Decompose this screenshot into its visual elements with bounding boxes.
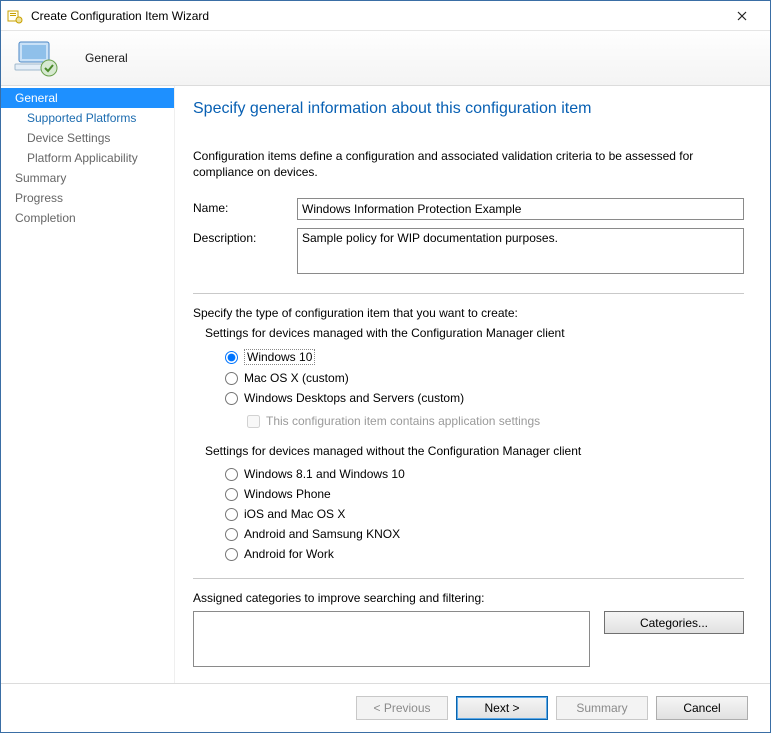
radio-windows-phone-label: Windows Phone (244, 487, 331, 501)
radio-android-knox[interactable]: Android and Samsung KNOX (225, 527, 744, 541)
sidebar-item-progress[interactable]: Progress (1, 188, 174, 208)
categories-label: Assigned categories to improve searching… (193, 591, 744, 605)
app-icon (7, 8, 23, 24)
sidebar-item-supported-platforms[interactable]: Supported Platforms (1, 108, 174, 128)
divider (193, 578, 744, 579)
radio-win81-win10[interactable]: Windows 8.1 and Windows 10 (225, 467, 744, 481)
radio-ios-macosx-label: iOS and Mac OS X (244, 507, 345, 521)
radio-windows-phone-input[interactable] (225, 488, 238, 501)
radio-windows-phone[interactable]: Windows Phone (225, 487, 744, 501)
next-button[interactable]: Next > (456, 696, 548, 720)
radio-win-desktops-servers-label: Windows Desktops and Servers (custom) (244, 391, 464, 405)
name-input[interactable] (297, 198, 744, 220)
app-settings-checkbox (247, 415, 260, 428)
sidebar: General Supported Platforms Device Setti… (1, 86, 175, 683)
footer: < Previous Next > Summary Cancel (1, 683, 770, 732)
sidebar-item-general[interactable]: General (1, 88, 174, 108)
radio-win-desktops-servers-input[interactable] (225, 392, 238, 405)
radio-macosx-input[interactable] (225, 372, 238, 385)
radio-macosx-label: Mac OS X (custom) (244, 371, 349, 385)
categories-list[interactable] (193, 611, 590, 667)
radio-android-for-work[interactable]: Android for Work (225, 547, 744, 561)
radio-ios-macosx[interactable]: iOS and Mac OS X (225, 507, 744, 521)
group-without-client-label: Settings for devices managed without the… (205, 444, 744, 458)
banner: General (1, 31, 770, 86)
page-heading: Specify general information about this c… (193, 100, 744, 118)
description-label: Description: (193, 228, 297, 245)
main-panel: Specify general information about this c… (175, 86, 770, 683)
intro-text: Configuration items define a configurati… (193, 148, 744, 180)
type-label: Specify the type of configuration item t… (193, 306, 744, 320)
cancel-button[interactable]: Cancel (656, 696, 748, 720)
radio-ios-macosx-input[interactable] (225, 508, 238, 521)
radio-win-desktops-servers[interactable]: Windows Desktops and Servers (custom) (225, 391, 744, 405)
body: General Supported Platforms Device Setti… (1, 86, 770, 683)
app-settings-checkbox-row: This configuration item contains applica… (247, 414, 744, 428)
radio-android-for-work-label: Android for Work (244, 547, 334, 561)
app-settings-label: This configuration item contains applica… (266, 414, 540, 428)
radio-win81-win10-label: Windows 8.1 and Windows 10 (244, 467, 405, 481)
sidebar-item-device-settings[interactable]: Device Settings (1, 128, 174, 148)
radio-windows-10-label: Windows 10 (244, 349, 315, 365)
radio-windows-10-input[interactable] (225, 351, 238, 364)
banner-title: General (85, 51, 128, 65)
wizard-window: Create Configuration Item Wizard General… (0, 0, 771, 733)
sidebar-item-platform-applicability[interactable]: Platform Applicability (1, 148, 174, 168)
group-with-client-label: Settings for devices managed with the Co… (205, 326, 744, 340)
radio-android-knox-label: Android and Samsung KNOX (244, 527, 400, 541)
sidebar-item-completion[interactable]: Completion (1, 208, 174, 228)
description-input[interactable]: Sample policy for WIP documentation purp… (297, 228, 744, 274)
radio-win81-win10-input[interactable] (225, 468, 238, 481)
titlebar: Create Configuration Item Wizard (1, 1, 770, 31)
divider (193, 293, 744, 294)
computer-icon (13, 38, 61, 78)
radio-macosx[interactable]: Mac OS X (custom) (225, 371, 744, 385)
radio-android-knox-input[interactable] (225, 528, 238, 541)
summary-button: Summary (556, 696, 648, 720)
sidebar-item-summary[interactable]: Summary (1, 168, 174, 188)
categories-button[interactable]: Categories... (604, 611, 744, 634)
radio-windows-10[interactable]: Windows 10 (225, 349, 744, 365)
previous-button: < Previous (356, 696, 448, 720)
name-label: Name: (193, 198, 297, 215)
window-title: Create Configuration Item Wizard (31, 9, 720, 23)
radio-android-for-work-input[interactable] (225, 548, 238, 561)
close-button[interactable] (720, 2, 764, 30)
